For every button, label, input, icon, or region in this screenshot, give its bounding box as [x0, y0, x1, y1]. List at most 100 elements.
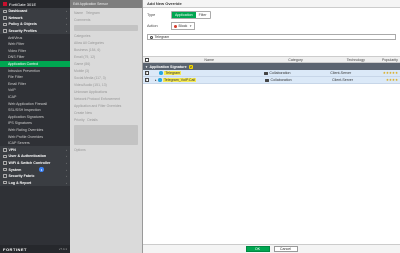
sidebar-item-label: Video Filter [8, 48, 27, 53]
expand-icon[interactable]: ▸ [155, 78, 157, 82]
chevron-right-icon: › [66, 15, 67, 20]
sidebar-item-dashboard[interactable]: Dashboard › [0, 8, 70, 15]
bg-category-item: Email (79, 12) [74, 55, 96, 59]
type-application-option[interactable]: Application [172, 12, 196, 18]
select-all-checkbox[interactable] [144, 57, 149, 62]
row-checkbox[interactable]: ✓ [144, 71, 149, 75]
grid-rows: ✓ Telegram Collaboration Client-Server ★★★★★… [143, 70, 400, 84]
menu-icon [3, 16, 7, 20]
menu-icon [3, 148, 7, 152]
sidebar-item-system[interactable]: System 1 › [0, 166, 70, 173]
sidebar-item-web-rating-overrides[interactable]: Web Rating Overrides [0, 127, 70, 134]
sidebar-item-label: User & Authentication [8, 154, 47, 159]
cancel-button[interactable]: Cancel [273, 246, 298, 252]
ok-button[interactable]: OK [245, 246, 270, 252]
group-count-badge: 2 [188, 64, 194, 69]
action-select[interactable]: Block ▼ [171, 22, 196, 30]
technology-cell: Client-Server [332, 78, 353, 82]
background-form-header: Edit Application Sensor [70, 0, 142, 8]
bg-category-item: Allow All Categories [74, 41, 104, 45]
sidebar-item-antivirus[interactable]: AntiVirus [0, 34, 70, 41]
sidebar-item-ssl-ssh-inspection[interactable]: SSL/SSH Inspection [0, 107, 70, 114]
sidebar-item-log-report[interactable]: Log & Report › [0, 179, 70, 187]
sidebar-item-label: Web Rating Overrides [8, 127, 44, 132]
bg-table-body [74, 125, 138, 145]
row-check-cell: ✓ [143, 78, 155, 82]
sidebar-item-application-signatures[interactable]: Application Signatures [0, 114, 70, 121]
sidebar-item-label: Security Profiles [8, 29, 37, 34]
sidebar-item-web-filter[interactable]: Web Filter [0, 41, 70, 48]
chevron-right-icon: › [66, 147, 67, 152]
category-value: Collaboration [270, 78, 292, 82]
chevron-right-icon: › [66, 180, 67, 185]
sidebar-item-user-authentication[interactable]: User & Authentication › [0, 153, 70, 160]
type-filter-option[interactable]: Filter [195, 12, 210, 18]
sidebar-item-label: Network [8, 15, 23, 20]
sidebar-item-voip[interactable]: VoIP [0, 87, 70, 94]
search-icon [150, 35, 153, 39]
bg-category-list: Allow All Categories Business (154, 6) Ema… [70, 41, 142, 94]
bg-create-new: Create New [74, 111, 92, 115]
sidebar-item-security-fabric[interactable]: Security Fabric › [0, 172, 70, 180]
bg-comments-label: Comments [74, 18, 91, 22]
sidebar-item-label: DNS Filter [8, 55, 25, 60]
sidebar-item-email-filter[interactable]: Email Filter [0, 81, 70, 88]
bg-category-item: Social.Media (117, 3) [74, 76, 106, 80]
sidebar-item-network[interactable]: Network › [0, 14, 70, 22]
technology-cell: Client-Server [330, 71, 352, 75]
col-popularity[interactable]: Popularity [382, 58, 400, 62]
sidebar-item-label: Web Profile Overrides [8, 134, 44, 139]
sidebar-footer: FORTINET v7.4.1 [0, 245, 70, 253]
sidebar-item-intrusion-prevention[interactable]: Intrusion Prevention [0, 67, 70, 74]
chevron-right-icon: › [65, 167, 67, 172]
app-title: FortiGate 301E [9, 1, 37, 7]
type-toggle: Application Filter [171, 11, 211, 19]
type-label: Type [147, 13, 156, 17]
sidebar-item-dns-filter[interactable]: DNS Filter [0, 54, 70, 61]
folder-icon [265, 78, 269, 82]
col-technology[interactable]: Technology [328, 58, 382, 62]
bg-comment-box [74, 25, 138, 31]
select-all-header [143, 57, 155, 62]
chevron-right-icon: › [66, 154, 67, 159]
sidebar-item-security-profiles[interactable]: Security Profiles › [0, 27, 70, 35]
category-cell: Collaboration [263, 71, 328, 75]
fortinet-brand: FORTINET [3, 246, 27, 252]
col-category[interactable]: Category [263, 58, 327, 62]
sidebar-item-label: SSL/SSH Inspection [8, 108, 41, 113]
table-row[interactable]: ✓ Telegram Collaboration Client-Server ★★★★★ [143, 70, 400, 77]
sidebar-item-icap-servers[interactable]: ICAP Servers [0, 140, 70, 147]
sidebar-item-web-profile-overrides[interactable]: Web Profile Overrides [0, 133, 70, 140]
table-row[interactable]: ✓ ▸ Telegram_VoIP.Call Collaboration Client-… [143, 77, 400, 84]
search-input[interactable]: Telegram [147, 34, 396, 40]
group-row[interactable]: ▼ Application Signature 2 [143, 63, 400, 70]
sidebar-item-ips-signatures[interactable]: IPS Signatures [0, 120, 70, 127]
app-icon [158, 78, 162, 82]
sidebar-item-label: ICAP [8, 95, 17, 100]
dialog-title: Add New Override [143, 0, 400, 8]
app-icon [159, 71, 163, 75]
sidebar-item-web-application-firewall[interactable]: Web Application Firewall [0, 100, 70, 107]
sidebar-item-application-control[interactable]: Application Control [0, 60, 70, 68]
sidebar-item-label: Dashboard [8, 9, 28, 14]
menu-icon [3, 29, 7, 33]
sidebar-item-vpn[interactable]: VPN › [0, 146, 70, 154]
sidebar-item-icap[interactable]: ICAP [0, 94, 70, 101]
sidebar: FortiGate 301E Dashboard › Network › Policy … [0, 0, 70, 253]
sidebar-item-wifi-switch-controller[interactable]: WiFi & Switch Controller › [0, 159, 70, 167]
name-cell: ▸ Telegram_VoIP.Call [155, 78, 265, 82]
grid-header: Name Category Technology Popularity [143, 56, 400, 63]
collapse-icon[interactable]: ▼ [145, 65, 148, 69]
sidebar-item-label: AntiVirus [8, 35, 23, 40]
sidebar-item-policy-objects[interactable]: Policy & Objects › [0, 21, 70, 28]
sidebar-item-file-filter[interactable]: File Filter [0, 74, 70, 81]
sidebar-item-label: ICAP Servers [8, 141, 30, 146]
row-checkbox[interactable]: ✓ [144, 78, 149, 82]
chevron-right-icon: › [66, 22, 67, 27]
category-value: Collaboration [269, 71, 291, 75]
col-name[interactable]: Name [155, 58, 264, 62]
menu-icon [3, 22, 7, 27]
group-label: Application Signature [149, 64, 187, 69]
sidebar-item-video-filter[interactable]: Video Filter [0, 48, 70, 55]
sidebar-item-label: Application Signatures [8, 114, 44, 119]
